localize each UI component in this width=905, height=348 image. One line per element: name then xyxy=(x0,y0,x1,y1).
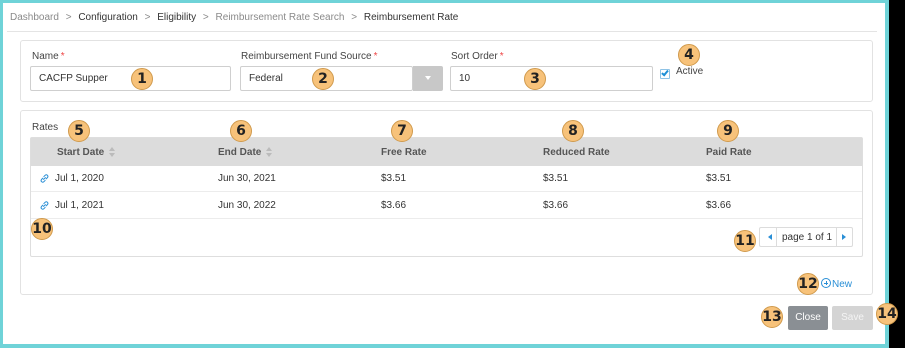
callout-badge: 7 xyxy=(391,120,413,142)
breadcrumb-separator: > xyxy=(351,12,358,23)
active-label: Active xyxy=(676,66,704,77)
callout-badge: 6 xyxy=(230,120,252,142)
cell-paid-rate: $3.66 xyxy=(706,200,732,211)
cell-start-date: Jul 1, 2021 xyxy=(55,200,104,211)
callout-badge: 3 xyxy=(524,68,546,90)
fund-source-label: Reimbursement Fund Source * xyxy=(241,51,378,62)
new-rate-button[interactable]: New xyxy=(821,278,852,290)
callout-badge: 10 xyxy=(31,218,53,240)
cell-free-rate: $3.51 xyxy=(381,173,407,184)
callout-badge: 2 xyxy=(312,68,334,90)
sort-order-input[interactable]: 10 xyxy=(450,66,653,91)
breadcrumb-item-dashboard[interactable]: Dashboard xyxy=(10,12,59,23)
callout-badge: 9 xyxy=(717,120,739,142)
pagination: page 1 of 1 xyxy=(759,227,853,247)
close-button[interactable]: Close xyxy=(788,306,828,330)
cell-reduced-rate: $3.51 xyxy=(543,173,569,184)
table-row[interactable]: Jul 1, 2020 Jun 30, 2021 $3.51 $3.51 $3.… xyxy=(31,166,862,192)
sort-icon[interactable] xyxy=(266,147,273,158)
callout-badge: 14 xyxy=(876,303,898,325)
plus-circle-icon xyxy=(821,278,831,288)
chevron-down-icon xyxy=(425,76,431,80)
breadcrumb-separator: > xyxy=(202,12,209,23)
name-label: Name * xyxy=(32,51,65,62)
column-header-start-date[interactable]: Start Date xyxy=(57,147,116,158)
table-header: Start Date End Date Free Rate Reduced Ra… xyxy=(31,138,862,166)
cell-free-rate: $3.66 xyxy=(381,200,407,211)
check-icon xyxy=(661,68,669,77)
fund-source-dropdown-button[interactable] xyxy=(413,66,443,91)
cell-start-date: Jul 1, 2020 xyxy=(55,173,104,184)
sort-order-label: Sort Order * xyxy=(451,51,504,62)
breadcrumb-separator: > xyxy=(65,12,72,23)
breadcrumb-item-current: Reimbursement Rate xyxy=(363,12,459,23)
page-indicator: page 1 of 1 xyxy=(782,232,833,243)
rates-title: Rates xyxy=(32,122,59,133)
breadcrumb-separator: > xyxy=(144,12,151,23)
chevron-left-icon[interactable] xyxy=(768,234,772,240)
header-divider xyxy=(7,31,877,32)
callout-badge: 1 xyxy=(131,68,153,90)
link-icon[interactable] xyxy=(39,173,50,184)
link-icon[interactable] xyxy=(39,200,50,211)
column-header-free-rate: Free Rate xyxy=(381,147,427,158)
cell-reduced-rate: $3.66 xyxy=(543,200,569,211)
save-button[interactable]: Save xyxy=(832,306,873,330)
chevron-right-icon[interactable] xyxy=(842,234,846,240)
breadcrumb: Dashboard > Configuration > Eligibility … xyxy=(10,12,458,23)
table-row[interactable]: Jul 1, 2021 Jun 30, 2022 $3.66 $3.66 $3.… xyxy=(31,193,862,219)
breadcrumb-item-eligibility[interactable]: Eligibility xyxy=(157,12,196,23)
column-header-paid-rate: Paid Rate xyxy=(706,147,752,158)
callout-badge: 4 xyxy=(678,44,700,66)
callout-badge: 8 xyxy=(562,120,584,142)
pager-divider xyxy=(836,228,837,246)
breadcrumb-item-configuration[interactable]: Configuration xyxy=(78,12,137,23)
callout-badge: 13 xyxy=(761,306,783,328)
cell-paid-rate: $3.51 xyxy=(706,173,732,184)
new-rate-label: New xyxy=(832,279,853,290)
column-header-reduced-rate: Reduced Rate xyxy=(543,147,610,158)
callout-badge: 12 xyxy=(797,273,819,295)
cell-end-date: Jun 30, 2022 xyxy=(218,200,276,211)
callout-badge: 11 xyxy=(734,230,756,252)
column-header-end-date[interactable]: End Date xyxy=(218,147,273,158)
breadcrumb-item-rate-search[interactable]: Reimbursement Rate Search xyxy=(216,12,345,23)
cell-end-date: Jun 30, 2021 xyxy=(218,173,276,184)
window-edge-accent xyxy=(885,0,889,348)
active-checkbox[interactable] xyxy=(660,68,670,79)
sort-icon[interactable] xyxy=(109,147,116,158)
pager-divider xyxy=(776,228,777,246)
callout-badge: 5 xyxy=(68,120,90,142)
